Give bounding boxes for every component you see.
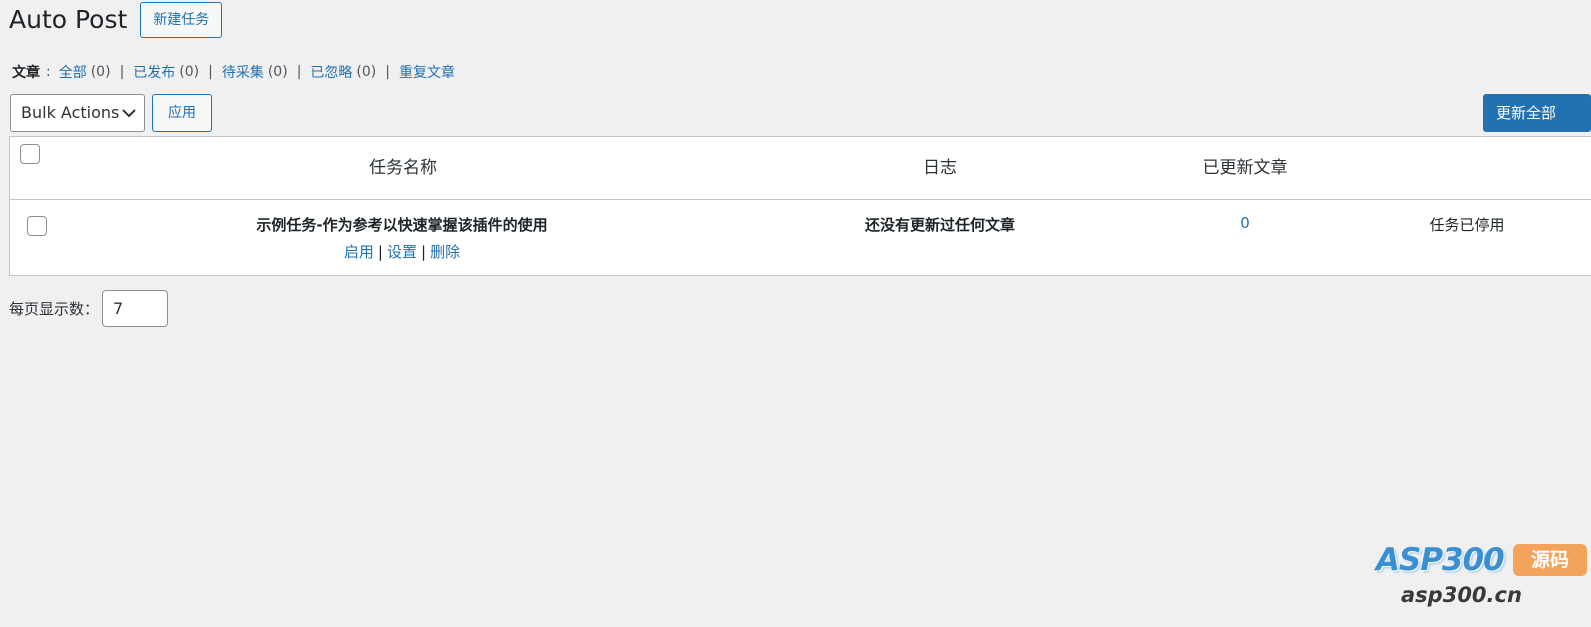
watermark-badge: 源码 (1513, 544, 1587, 576)
updated-count-link[interactable]: 0 (1215, 214, 1275, 232)
apply-button[interactable]: 应用 (152, 94, 212, 132)
row-checkbox[interactable] (27, 216, 47, 236)
watermark-logo: ASP300 源码 asp300.cn (1376, 542, 1588, 614)
tablenav-top: Bulk Actions 应用 更新全部 (10, 94, 1591, 132)
filter-published-link[interactable]: 已发布 (133, 62, 175, 82)
page-title: Auto Post (9, 5, 128, 34)
filter-published-count: (0) (179, 64, 200, 80)
filter-separator: | (296, 64, 302, 80)
settings-link[interactable]: 设置 (387, 243, 417, 261)
bulk-actions-selected: Bulk Actions (21, 103, 120, 122)
action-separator: | (421, 243, 427, 261)
action-separator: | (377, 243, 383, 261)
table-row: 示例任务-作为参考以快速掌握该插件的使用 启用 | 设置 | 删除 还没有更新过任何文章… (10, 201, 1591, 276)
task-name-cell: 示例任务-作为参考以快速掌握该插件的使用 启用 | 设置 | 删除 (202, 214, 602, 262)
per-page-input[interactable] (102, 290, 169, 327)
filter-pending-count: (0) (267, 64, 288, 80)
delete-link[interactable]: 删除 (430, 243, 460, 261)
filter-ignored-link[interactable]: 已忽略 (310, 62, 352, 82)
per-page-control: 每页显示数： (9, 290, 169, 327)
auto-post-page: Auto Post 新建任务 文章 : 全部 (0) | 已发布 (0) | 待… (0, 0, 1591, 627)
filter-all-count: (0) (90, 64, 111, 80)
table-header: 任务名称 日志 已更新文章 (10, 137, 1591, 200)
chevron-down-icon (122, 109, 136, 118)
select-all-checkbox[interactable] (20, 144, 40, 164)
filter-ignored-count: (0) (356, 64, 377, 80)
column-header-task-name: 任务名称 (369, 158, 437, 178)
filter-duplicate-link[interactable]: 重复文章 (399, 62, 455, 82)
status-filter-links: 文章 : 全部 (0) | 已发布 (0) | 待采集 (0) | 已忽略 (0… (12, 62, 455, 82)
task-status: 任务已停用 (1429, 216, 1505, 234)
task-name: 示例任务-作为参考以快速掌握该插件的使用 (256, 216, 548, 234)
update-all-button[interactable]: 更新全部 (1483, 94, 1591, 132)
task-table: 任务名称 日志 已更新文章 示例任务-作为参考以快速掌握该插件的使用 启用 | 设置… (9, 136, 1591, 276)
bulk-actions-select[interactable]: Bulk Actions (10, 94, 145, 132)
filter-separator: | (385, 64, 390, 80)
filter-all-link[interactable]: 全部 (59, 62, 87, 82)
enable-link[interactable]: 启用 (344, 243, 374, 261)
watermark-brand: ASP300 (1376, 542, 1505, 578)
row-actions: 启用 | 设置 | 删除 (202, 241, 602, 262)
filter-separator: | (119, 64, 125, 80)
filter-label: 文章 (12, 65, 40, 81)
filter-separator: | (208, 64, 213, 80)
per-page-label: 每页显示数： (9, 300, 100, 318)
page-heading: Auto Post 新建任务 (9, 2, 223, 38)
filter-colon: : (46, 64, 51, 80)
new-task-button[interactable]: 新建任务 (140, 2, 223, 38)
filter-pending-link[interactable]: 待采集 (222, 62, 264, 82)
watermark-url: asp300.cn (1401, 583, 1522, 607)
log-cell: 还没有更新过任何文章 (864, 216, 1015, 234)
column-header-log: 日志 (923, 158, 957, 178)
column-header-updated-posts: 已更新文章 (1202, 158, 1288, 178)
